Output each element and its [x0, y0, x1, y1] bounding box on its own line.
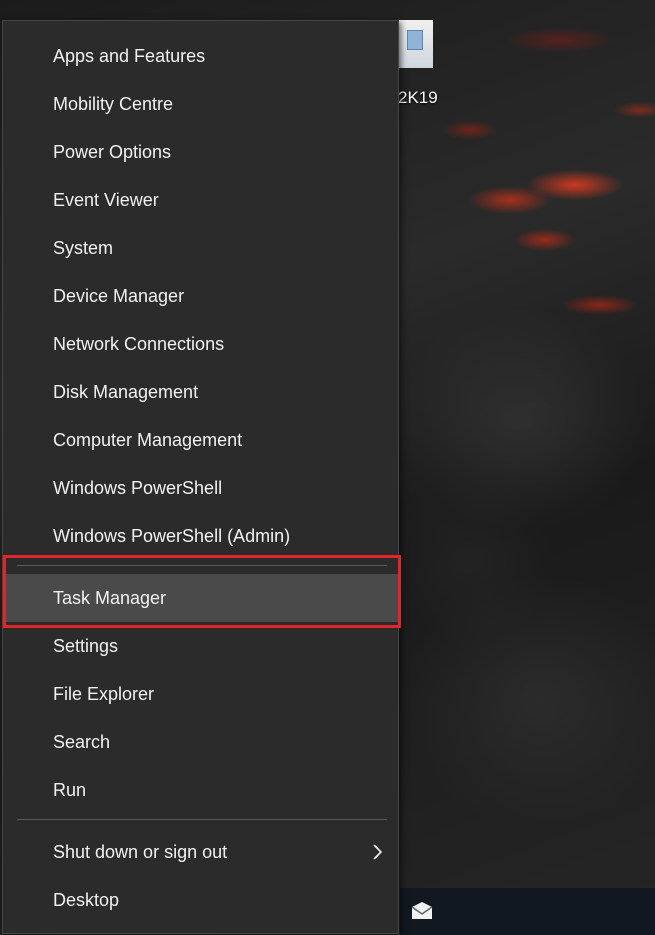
menu-item-desktop[interactable]: Desktop: [3, 876, 398, 924]
menu-item-shut-down-or-sign-out[interactable]: Shut down or sign out: [3, 828, 398, 876]
menu-item-windows-powershell[interactable]: Windows PowerShell: [3, 464, 398, 512]
winx-context-menu: Apps and Features Mobility Centre Power …: [2, 20, 399, 934]
menu-item-device-manager[interactable]: Device Manager: [3, 272, 398, 320]
desktop-icon-label: 2K19: [398, 88, 438, 107]
chevron-right-icon: [373, 844, 383, 860]
menu-item-mobility-centre[interactable]: Mobility Centre: [3, 80, 398, 128]
menu-item-network-connections[interactable]: Network Connections: [3, 320, 398, 368]
menu-item-label: Shut down or sign out: [53, 842, 228, 862]
menu-item-run[interactable]: Run: [3, 766, 398, 814]
mail-icon[interactable]: [408, 899, 436, 923]
menu-item-power-options[interactable]: Power Options: [3, 128, 398, 176]
menu-item-apps-and-features[interactable]: Apps and Features: [3, 32, 398, 80]
task-manager-highlight-box: [3, 555, 401, 628]
menu-item-file-explorer[interactable]: File Explorer: [3, 670, 398, 718]
menu-item-windows-powershell-admin[interactable]: Windows PowerShell (Admin): [3, 512, 398, 560]
menu-item-system[interactable]: System: [3, 224, 398, 272]
taskbar: [400, 888, 655, 935]
menu-item-event-viewer[interactable]: Event Viewer: [3, 176, 398, 224]
menu-item-settings[interactable]: Settings: [3, 622, 398, 670]
menu-separator: [17, 819, 387, 820]
menu-item-disk-management[interactable]: Disk Management: [3, 368, 398, 416]
menu-item-search[interactable]: Search: [3, 718, 398, 766]
menu-item-computer-management[interactable]: Computer Management: [3, 416, 398, 464]
desktop-file-icon[interactable]: [398, 20, 433, 68]
